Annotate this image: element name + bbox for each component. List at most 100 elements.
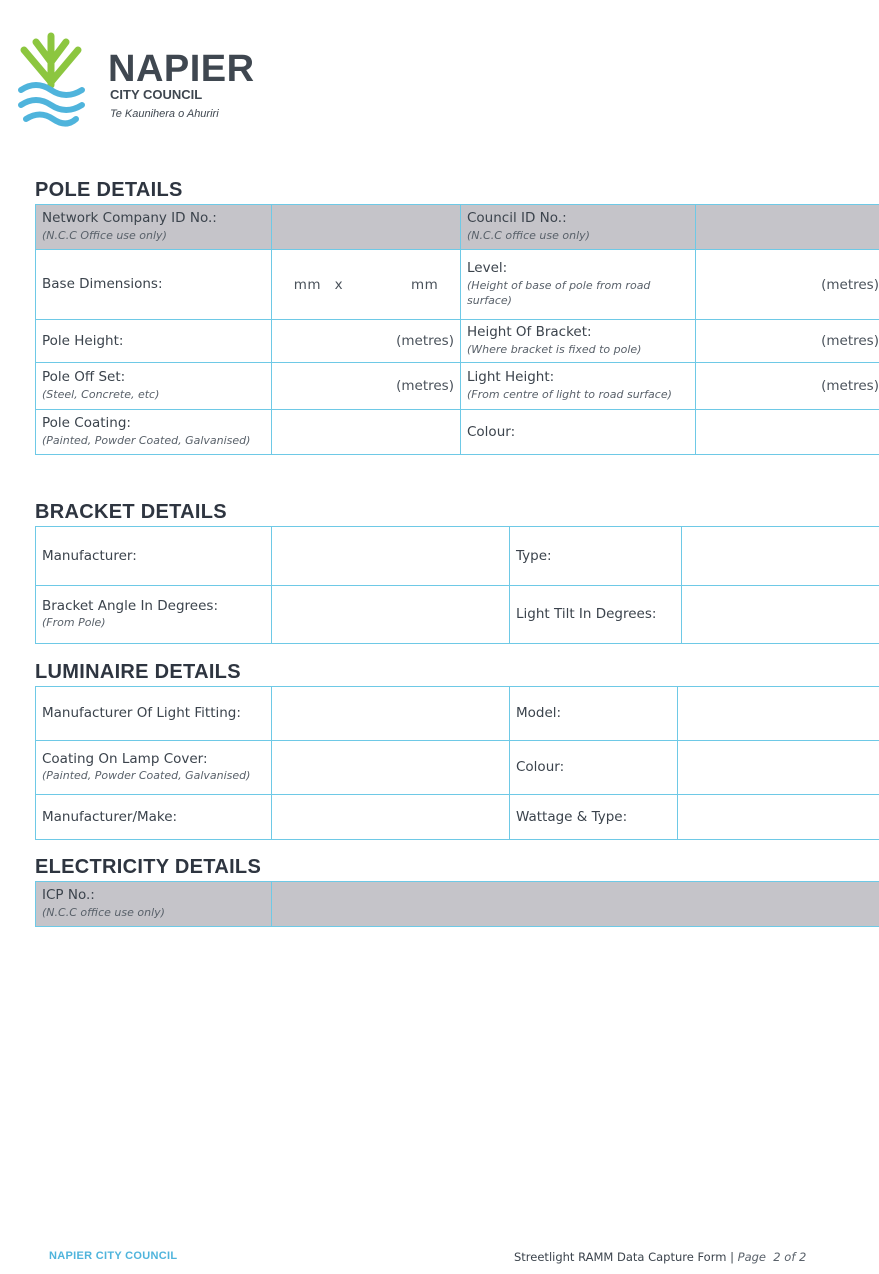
logo-maori-name: Te Kaunihera o Ahuriri (110, 108, 219, 120)
network-id-label: Network Company ID No.: (42, 210, 217, 227)
pole-offset-label-cell: Pole Off Set: (Steel, Concrete, etc) (35, 362, 272, 410)
base-dimensions-units: mm x mm (293, 276, 439, 293)
bracket-angle-field[interactable] (271, 585, 510, 644)
logo-wordmark: NAPIER (108, 48, 255, 90)
footer-page-number: Page 2 of 2 (737, 1250, 807, 1264)
level-label-cell: Level: (Height of base of pole from road… (460, 249, 696, 320)
table-row: Base Dimensions: mm x mm Level: (Height … (35, 249, 879, 320)
council-id-field[interactable] (695, 204, 879, 250)
table-row: Manufacturer Of Light Fitting: Model: (35, 686, 879, 741)
light-height-label: Light Height: (467, 369, 555, 386)
council-logo: NAPIER CITY COUNCIL Te Kaunihera o Ahuri… (16, 30, 256, 130)
pole-height-unit: (metres) (396, 333, 454, 349)
make-field[interactable] (271, 794, 510, 840)
icp-label-cell: ICP No.: (N.C.C office use only) (35, 881, 272, 927)
council-id-label-cell: Council ID No.: (N.C.C office use only) (460, 204, 696, 250)
icp-label: ICP No.: (42, 887, 95, 904)
pole-height-label-cell: Pole Height: (35, 319, 272, 363)
luminaire-colour-label-cell: Colour: (509, 740, 678, 795)
bracket-details-table: Manufacturer: Type: Bracket Angle In Deg… (35, 526, 879, 644)
wattage-label-cell: Wattage & Type: (509, 794, 678, 840)
level-label: Level: (467, 259, 508, 276)
council-id-label: Council ID No.: (467, 210, 567, 227)
pole-offset-field[interactable]: (metres) (271, 362, 461, 410)
bracket-angle-note: (From Pole) (42, 616, 106, 630)
table-row: Pole Height: (metres) Height Of Bracket:… (35, 319, 879, 363)
base-dimensions-label-cell: Base Dimensions: (35, 249, 272, 320)
bracket-type-label-cell: Type: (509, 526, 682, 586)
table-row: Bracket Angle In Degrees: (From Pole) Li… (35, 585, 879, 644)
table-row: Coating On Lamp Cover: (Painted, Powder … (35, 740, 879, 795)
make-label: Manufacturer/Make: (42, 808, 178, 825)
table-row: Manufacturer/Make: Wattage & Type: (35, 794, 879, 840)
make-label-cell: Manufacturer/Make: (35, 794, 272, 840)
network-id-field[interactable] (271, 204, 461, 250)
footer-form-info: Streetlight RAMM Data Capture Form | Pag… (514, 1250, 806, 1264)
pole-colour-label-cell: Colour: (460, 409, 696, 455)
bracket-angle-label: Bracket Angle In Degrees: (42, 597, 218, 614)
pole-coating-label: Pole Coating: (42, 415, 131, 432)
luminaire-colour-field[interactable] (677, 740, 879, 795)
light-tilt-label-cell: Light Tilt In Degrees: (509, 585, 682, 644)
bracket-height-unit: (metres) (821, 333, 879, 349)
level-unit: (metres) (821, 276, 879, 293)
pole-coating-note: (Painted, Powder Coated, Galvanised) (42, 433, 251, 447)
pole-offset-label: Pole Off Set: (42, 369, 126, 386)
table-row: Pole Off Set: (Steel, Concrete, etc) (me… (35, 362, 879, 410)
pole-height-field[interactable]: (metres) (271, 319, 461, 363)
lamp-coating-label: Coating On Lamp Cover: (42, 750, 208, 767)
table-row: Pole Coating: (Painted, Powder Coated, G… (35, 409, 879, 455)
lamp-coating-field[interactable] (271, 740, 510, 795)
napier-emblem-icon (18, 32, 85, 127)
bracket-type-field[interactable] (681, 526, 879, 586)
base-dimensions-field[interactable]: mm x mm (271, 249, 461, 320)
luminaire-colour-label: Colour: (516, 759, 565, 776)
pole-coating-field[interactable] (271, 409, 461, 455)
luminaire-details-heading: LUMINAIRE DETAILS (35, 661, 241, 683)
light-height-field[interactable]: (metres) (695, 362, 879, 410)
lamp-coating-note: (Painted, Powder Coated, Galvanised) (42, 769, 251, 783)
light-height-unit: (metres) (821, 378, 879, 394)
fitting-manufacturer-label: Manufacturer Of Light Fitting: (42, 705, 241, 722)
light-tilt-label: Light Tilt In Degrees: (516, 606, 657, 623)
base-dimensions-label: Base Dimensions: (42, 276, 163, 293)
table-row: ICP No.: (N.C.C office use only) (35, 881, 879, 927)
footer-organisation: NAPIER CITY COUNCIL (49, 1250, 178, 1262)
table-row: Network Company ID No.: (N.C.C Office us… (35, 204, 879, 250)
wattage-field[interactable] (677, 794, 879, 840)
bracket-manufacturer-label-cell: Manufacturer: (35, 526, 272, 586)
light-tilt-field[interactable] (681, 585, 879, 644)
table-row: Manufacturer: Type: (35, 526, 879, 586)
logo-subtitle: CITY COUNCIL (110, 87, 203, 102)
electricity-details-heading: ELECTRICITY DETAILS (35, 856, 262, 878)
level-field[interactable]: (metres) (695, 249, 879, 320)
bracket-height-label-cell: Height Of Bracket: (Where bracket is fix… (460, 319, 696, 363)
pole-details-table: Network Company ID No.: (N.C.C Office us… (35, 204, 879, 455)
bracket-height-note: (Where bracket is fixed to pole) (467, 342, 642, 356)
wattage-label: Wattage & Type: (516, 808, 628, 825)
model-label: Model: (516, 705, 562, 722)
light-height-label-cell: Light Height: (From centre of light to r… (460, 362, 696, 410)
model-label-cell: Model: (509, 686, 678, 741)
fitting-manufacturer-field[interactable] (271, 686, 510, 741)
icp-field[interactable] (271, 881, 879, 927)
pole-colour-field[interactable] (695, 409, 879, 455)
bracket-height-field[interactable]: (metres) (695, 319, 879, 363)
council-id-note: (N.C.C office use only) (467, 228, 590, 242)
pole-colour-label: Colour: (467, 423, 516, 440)
light-height-note: (From centre of light to road surface) (467, 387, 672, 401)
pole-offset-unit: (metres) (396, 378, 454, 394)
pole-coating-label-cell: Pole Coating: (Painted, Powder Coated, G… (35, 409, 272, 455)
model-field[interactable] (677, 686, 879, 741)
bracket-manufacturer-field[interactable] (271, 526, 510, 586)
pole-details-heading: POLE DETAILS (35, 179, 183, 201)
bracket-manufacturer-label: Manufacturer: (42, 547, 137, 564)
bracket-type-label: Type: (516, 547, 552, 564)
footer-form-name: Streetlight RAMM Data Capture Form | (514, 1250, 734, 1264)
icp-note: (N.C.C office use only) (42, 905, 165, 919)
network-id-note: (N.C.C Office use only) (42, 228, 167, 242)
bracket-details-heading: BRACKET DETAILS (35, 501, 227, 523)
fitting-manufacturer-label-cell: Manufacturer Of Light Fitting: (35, 686, 272, 741)
pole-offset-note: (Steel, Concrete, etc) (42, 387, 160, 401)
lamp-coating-label-cell: Coating On Lamp Cover: (Painted, Powder … (35, 740, 272, 795)
